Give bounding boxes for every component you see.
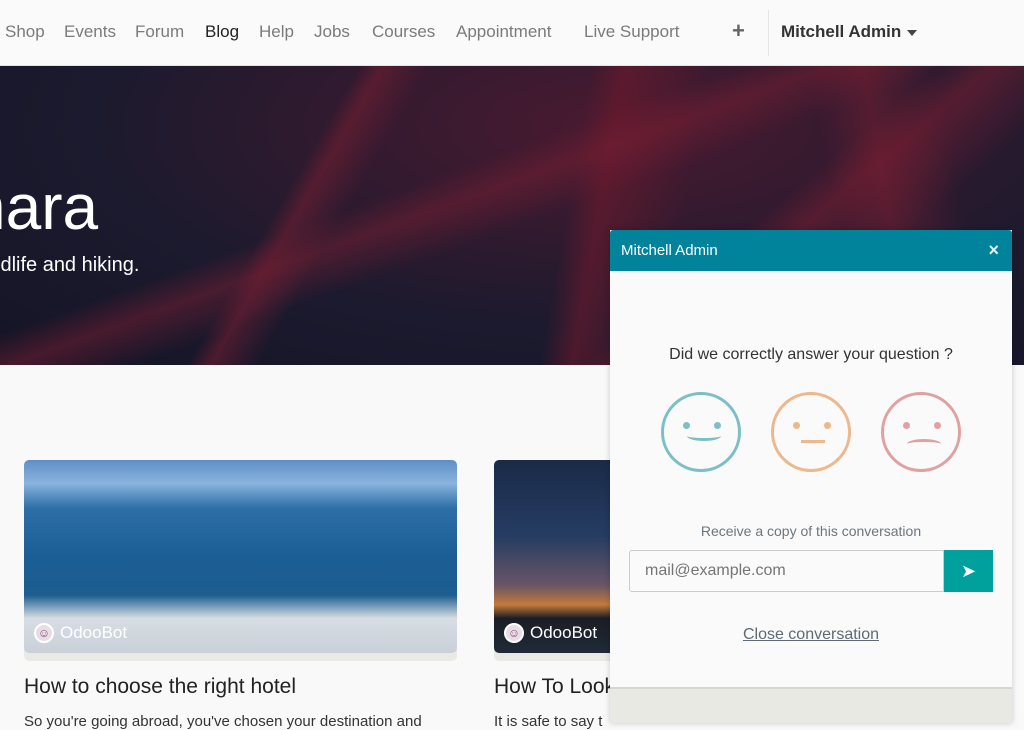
close-icon[interactable]: × xyxy=(988,240,999,261)
post-author: ☺ OdooBot xyxy=(504,623,597,643)
rating-question: Did we correctly answer your question ? xyxy=(669,346,953,363)
livechat-header: Mitchell Admin × xyxy=(610,230,1012,271)
avatar: ☺ xyxy=(504,623,524,643)
livechat-footer xyxy=(610,687,1012,723)
nav-jobs[interactable]: Jobs xyxy=(314,22,350,42)
send-transcript-button[interactable]: ➤ xyxy=(944,550,993,592)
hero-title: hara xyxy=(0,171,99,243)
post-cover-image[interactable]: ☺ OdooBot xyxy=(24,460,457,653)
livechat-title: Mitchell Admin xyxy=(621,242,718,259)
avatar: ☺ xyxy=(34,623,54,643)
author-name: OdooBot xyxy=(60,623,128,642)
plus-icon[interactable]: + xyxy=(732,18,745,44)
post-excerpt: So you're going abroad, you've chosen yo… xyxy=(24,713,422,730)
nav-help[interactable]: Help xyxy=(259,22,294,42)
user-menu[interactable]: Mitchell Admin xyxy=(781,22,901,42)
paper-plane-icon: ➤ xyxy=(960,560,977,581)
divider xyxy=(768,10,769,56)
nav-blog[interactable]: Blog xyxy=(205,22,239,42)
nav-forum[interactable]: Forum xyxy=(135,22,184,42)
blog-post-card[interactable]: ☺ OdooBot How to choose the right hotel S… xyxy=(24,460,457,730)
hero-subtitle: ldlife and hiking. xyxy=(0,254,140,276)
top-navbar: Shop Events Forum Blog Help Jobs Courses… xyxy=(0,0,1024,66)
author-name: OdooBot xyxy=(530,623,598,642)
nav-courses[interactable]: Courses xyxy=(372,22,435,42)
nav-live-support[interactable]: Live Support xyxy=(584,22,679,42)
happy-face-icon[interactable] xyxy=(661,392,741,472)
livechat-window: Mitchell Admin × Did we correctly answer… xyxy=(610,230,1012,723)
transcript-label: Receive a copy of this conversation xyxy=(700,523,922,539)
neutral-face-icon[interactable] xyxy=(771,392,851,472)
caret-down-icon[interactable] xyxy=(907,30,917,36)
nav-appointment[interactable]: Appointment xyxy=(456,22,551,42)
sad-face-icon[interactable] xyxy=(881,392,961,472)
nav-shop[interactable]: Shop xyxy=(5,22,45,42)
post-author: ☺ OdooBot xyxy=(34,623,127,643)
email-input[interactable] xyxy=(629,550,944,592)
nav-events[interactable]: Events xyxy=(64,22,116,42)
close-conversation-link[interactable]: Close conversation xyxy=(610,626,1012,644)
post-title[interactable]: How to choose the right hotel xyxy=(24,675,457,699)
